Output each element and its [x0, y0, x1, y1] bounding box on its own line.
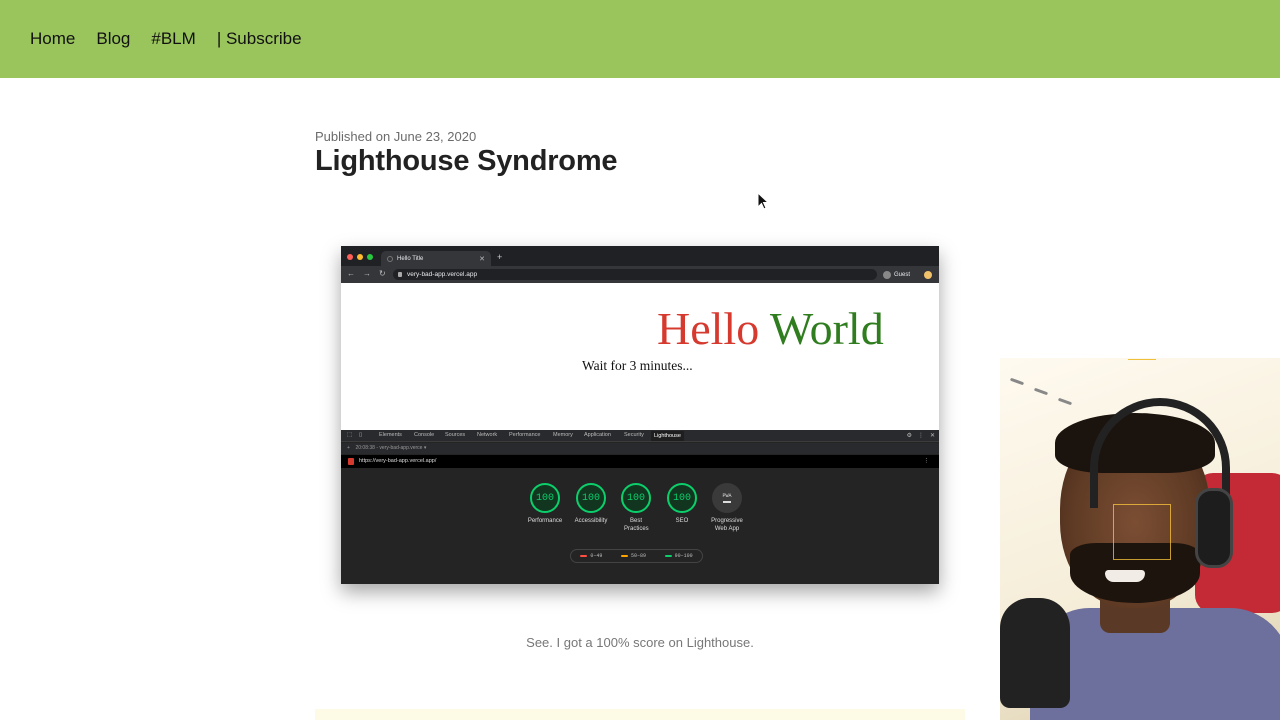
extension-icon [924, 271, 932, 279]
devtools-tab: Performance [509, 432, 541, 438]
hook-icon [1057, 397, 1073, 406]
gauge-label: Performance [527, 518, 563, 524]
devtools-tab: Sources [445, 432, 466, 438]
gauge-accessibility: 100 Accessibility [571, 483, 611, 526]
nav-home-link[interactable]: Home [30, 29, 75, 49]
report-url: https://very-bad-app.vercel.app/ [359, 458, 437, 464]
nav-blm-link[interactable]: #BLM [151, 29, 195, 49]
hook-icon [1009, 377, 1025, 386]
score-gauges: 100 Performance 100 Accessibility 100 Be… [341, 483, 939, 543]
devtools-actions: ⚙ ⋮ ✕ [907, 432, 935, 439]
close-window-icon [347, 254, 353, 260]
legend-label: 0–49 [590, 553, 603, 559]
webcam-overlay [1000, 358, 1280, 720]
gauge-pwa: PWA Progressive Web App [707, 483, 747, 533]
devtools-tab: Security [624, 432, 644, 438]
nav-blog-link[interactable]: Blog [96, 29, 130, 49]
devtools-panel: ⬚ ▯ Elements Console Sources Network Per… [341, 430, 939, 584]
wall-hooks [1006, 377, 1086, 418]
reload-icon: ↻ [379, 269, 386, 278]
browser-toolbar: ← → ↻ very-bad-app.vercel.app Guest [341, 266, 939, 283]
gauge-label: Accessibility [574, 518, 608, 524]
hello-word: Hello [657, 303, 760, 354]
microphone-icon [1000, 598, 1070, 708]
address-bar: very-bad-app.vercel.app [393, 269, 877, 280]
gauge-label: SEO [675, 518, 689, 524]
wait-message: Wait for 3 minutes... [582, 358, 693, 373]
headphone-icon [1195, 488, 1233, 568]
devtools-tab: Memory [553, 432, 573, 438]
score-ring: 100 [530, 483, 560, 513]
legend-label: 50–89 [630, 553, 646, 559]
kebab-menu-icon: ⋮ [917, 433, 924, 439]
score-ring: 100 [576, 483, 606, 513]
legend-item-pass: 90–100 [664, 553, 693, 559]
nav-subscribe-link[interactable]: | Subscribe [217, 29, 302, 49]
report-menu-icon: ⋮ [923, 458, 930, 464]
lock-icon [398, 272, 402, 277]
report-select: 20:08:38 - very-bad-app.verce ▾ [355, 445, 427, 451]
legend-swatch [580, 554, 588, 558]
pwa-badge-label: PWA [722, 493, 732, 499]
devtools-tab: Network [477, 432, 498, 438]
profile-avatar-icon [883, 270, 891, 279]
tab-title: Hello Title [397, 255, 424, 262]
score-legend: 0–49 50–89 90–100 [570, 549, 703, 563]
devtools-tab: Elements [379, 432, 402, 438]
hello-world-heading: Hello World [657, 303, 884, 355]
focus-box [1113, 504, 1171, 560]
viewport-content: Hello World Wait for 3 minutes... [341, 283, 939, 430]
devtools-tab-active: Lighthouse [651, 431, 684, 441]
legend-swatch [620, 554, 628, 558]
maximize-window-icon [367, 254, 373, 260]
gauge-performance: 100 Performance [525, 483, 565, 526]
browser-tab: Hello Title ✕ [381, 251, 491, 266]
mouth [1105, 570, 1145, 582]
image-caption: See. I got a 100% score on Lighthouse. [526, 635, 754, 650]
hook-icon [1033, 387, 1049, 396]
profile-chip: Guest [883, 269, 910, 280]
minimize-window-icon [357, 254, 363, 260]
devtools-tab-bar: ⬚ ▯ Elements Console Sources Network Per… [341, 430, 939, 442]
legend-item-average: 50–89 [620, 553, 646, 559]
gauge-label: Best Practices [624, 518, 649, 532]
world-word: World [769, 303, 884, 354]
legend-item-fail: 0–49 [580, 553, 602, 559]
back-icon: ← [347, 269, 355, 278]
settings-gear-icon: ⚙ [906, 433, 912, 439]
published-date: Published on June 23, 2020 [315, 129, 477, 144]
browser-tab-strip: Hello Title ✕ + [341, 246, 939, 266]
devtools-tab: Application [584, 432, 611, 438]
gauge-label: Progressive Web App [711, 518, 743, 532]
address-url: very-bad-app.vercel.app [407, 271, 478, 278]
gauge-seo: 100 SEO [662, 483, 702, 526]
pwa-dash-icon [723, 501, 731, 503]
close-devtools-icon: ✕ [929, 433, 935, 439]
top-nav: Home Blog #BLM | Subscribe [0, 0, 1280, 78]
inspect-icon: ⬚ [347, 432, 353, 438]
callout-box [315, 709, 965, 720]
device-toggle-icon: ▯ [359, 432, 363, 438]
post-screenshot-image: Hello Title ✕ + ← → ↻ very-bad-app.verce… [341, 246, 939, 584]
score-ring: 100 [667, 483, 697, 513]
forward-icon: → [363, 269, 371, 278]
devtools-tab: Console [414, 432, 435, 438]
nav-buttons: ← → ↻ [347, 269, 386, 278]
gauge-best-practices: 100 Best Practices [616, 483, 656, 533]
new-tab-icon: + [497, 252, 503, 262]
mouse-cursor-icon [757, 192, 770, 210]
lighthouse-icon [348, 458, 354, 465]
profile-label: Guest [894, 271, 911, 278]
page-title: Lighthouse Syndrome [315, 145, 618, 177]
report-selector: + 20:08:38 - very-bad-app.verce ▾ [341, 443, 939, 454]
favicon-icon [387, 255, 393, 262]
pwa-badge: PWA [712, 483, 742, 513]
report-url-bar: https://very-bad-app.vercel.app/ ⋮ [341, 455, 939, 468]
score-ring: 100 [621, 483, 651, 513]
window-controls [347, 254, 373, 260]
legend-label: 90–100 [674, 553, 693, 559]
tab-close-icon: ✕ [479, 255, 485, 263]
legend-swatch [664, 554, 672, 558]
webcam-accent-line [1128, 359, 1156, 360]
